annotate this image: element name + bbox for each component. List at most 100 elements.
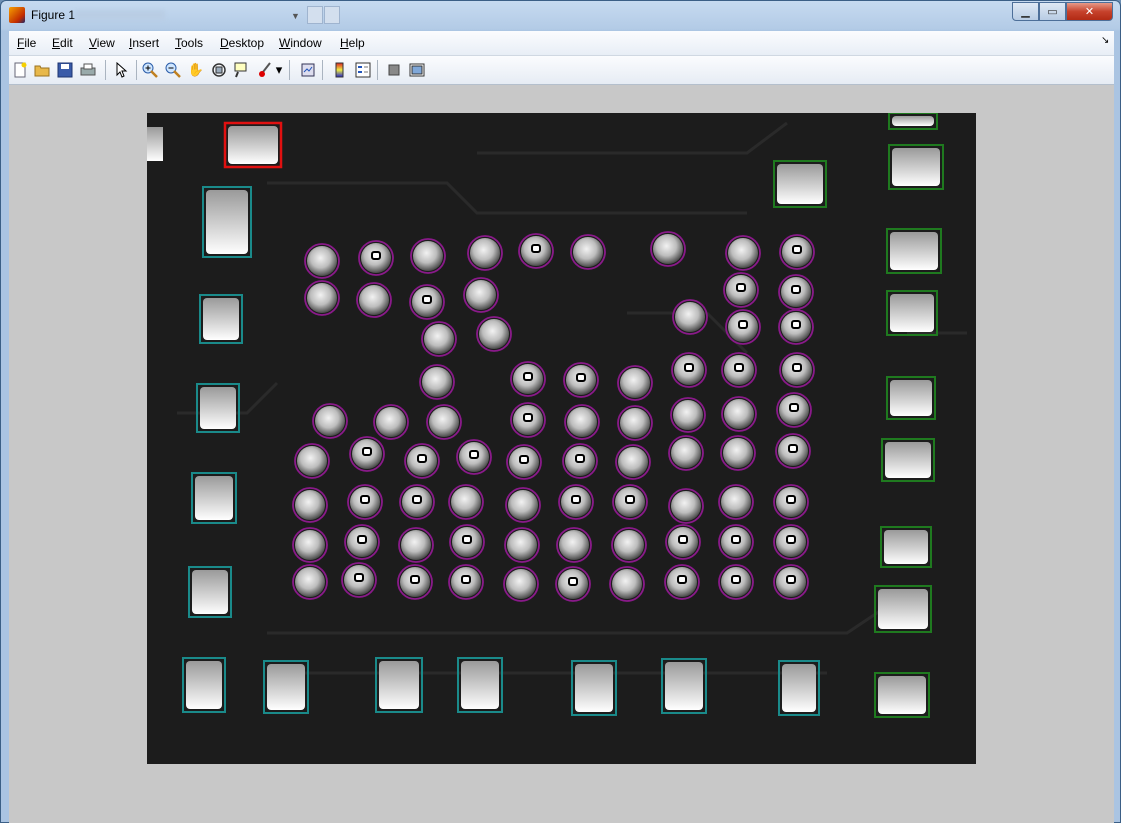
pad-teal-box (182, 657, 226, 713)
solder-ball (356, 282, 392, 318)
solder-ball (556, 527, 592, 563)
menu-view[interactable]: View (89, 36, 115, 50)
solder-ball (779, 234, 815, 270)
menu-tools[interactable]: Tools (175, 36, 203, 50)
print-icon[interactable] (79, 61, 97, 79)
save-icon[interactable] (56, 61, 74, 79)
pad-green-box (874, 672, 930, 718)
new-figure-icon[interactable] (11, 61, 29, 79)
menu-desktop[interactable]: Desktop (220, 36, 264, 50)
solder-ball (410, 238, 446, 274)
solder-ball (562, 443, 598, 479)
void-marker (360, 495, 370, 504)
solder-ball (409, 284, 445, 320)
toolbar-separator (289, 60, 290, 80)
void-marker (791, 320, 801, 329)
solder-ball (650, 231, 686, 267)
solder-ball (341, 562, 377, 598)
solder-ball (779, 352, 815, 388)
pad-teal-box (778, 660, 820, 716)
void-marker (625, 495, 635, 504)
void-marker (531, 244, 541, 253)
inspection-image[interactable] (147, 113, 976, 764)
void-marker (410, 575, 420, 584)
pad-teal-box (199, 294, 243, 344)
solder-ball (397, 564, 433, 600)
solder-ball (404, 443, 440, 479)
void-marker (731, 575, 741, 584)
title-toolbar-button[interactable] (324, 6, 340, 24)
solder-ball (506, 444, 542, 480)
menu-insert[interactable]: Insert (129, 36, 159, 50)
pan-hand-icon[interactable]: ✋ (187, 61, 205, 79)
solder-ball (665, 524, 701, 560)
solder-ball (612, 484, 648, 520)
solder-ball (304, 243, 340, 279)
solder-ball (721, 352, 757, 388)
pad-green-box (881, 438, 935, 482)
menu-edit[interactable]: Edit (52, 36, 73, 50)
open-file-icon[interactable] (33, 61, 51, 79)
void-marker (736, 283, 746, 292)
solder-ball (456, 439, 492, 475)
solder-ball (773, 484, 809, 520)
solder-ball (723, 272, 759, 308)
solder-ball (671, 352, 707, 388)
menu-help[interactable]: Help (340, 36, 365, 50)
data-cursor-icon[interactable] (233, 61, 251, 79)
close-button[interactable]: ✕ (1066, 2, 1113, 21)
toolbar-separator (377, 60, 378, 80)
void-marker (731, 535, 741, 544)
zoom-out-icon[interactable] (164, 61, 182, 79)
solder-ball (421, 321, 457, 357)
solder-ball (347, 484, 383, 520)
solder-ball (476, 316, 512, 352)
void-marker (371, 251, 381, 260)
figure-toolbar: ✋ ▾ (9, 56, 1114, 85)
pad-teal-box (191, 472, 237, 524)
void-marker (523, 372, 533, 381)
solder-ball (773, 524, 809, 560)
void-marker (677, 575, 687, 584)
pad-green-box (874, 585, 932, 633)
zoom-in-icon[interactable] (141, 61, 159, 79)
chevron-down-icon[interactable]: ▼ (291, 11, 300, 21)
menu-window[interactable]: Window (279, 36, 322, 50)
solder-ball (668, 488, 704, 524)
solder-ball (294, 443, 330, 479)
minimize-button[interactable]: ▁ (1012, 2, 1039, 21)
chevron-down-icon[interactable]: ▾ (274, 61, 284, 79)
link-plot-icon[interactable] (299, 61, 317, 79)
title-toolbar-button[interactable] (307, 6, 323, 24)
solder-ball (609, 566, 645, 602)
void-marker (789, 403, 799, 412)
colorbar-icon[interactable] (331, 61, 349, 79)
void-marker (354, 573, 364, 582)
window-title: Figure 1 (31, 8, 76, 22)
void-marker (791, 285, 801, 294)
void-marker (792, 363, 802, 372)
hide-plot-tools-icon[interactable] (385, 61, 403, 79)
solder-ball (617, 365, 653, 401)
rotate-3d-icon[interactable] (210, 61, 228, 79)
solder-ball (558, 484, 594, 520)
legend-icon[interactable] (354, 61, 372, 79)
solder-ball (292, 527, 328, 563)
pad-green-box (888, 144, 944, 190)
brush-icon[interactable] (256, 61, 274, 79)
maximize-button[interactable]: ▭ (1039, 2, 1066, 21)
pointer-icon[interactable] (112, 61, 130, 79)
solder-ball (419, 364, 455, 400)
pad-teal-box (263, 660, 309, 714)
solder-ball (718, 564, 754, 600)
solder-ball (426, 404, 462, 440)
matlab-logo-icon (9, 7, 25, 23)
solder-ball (564, 404, 600, 440)
pad-teal-box (196, 383, 240, 433)
menu-file[interactable]: File (17, 36, 36, 50)
pad-teal-box (202, 186, 252, 258)
menu-overflow-icon[interactable]: ↘ (1101, 35, 1109, 46)
void-marker (469, 450, 479, 459)
show-plot-tools-icon[interactable] (408, 61, 426, 79)
pad-green-box (886, 290, 938, 336)
